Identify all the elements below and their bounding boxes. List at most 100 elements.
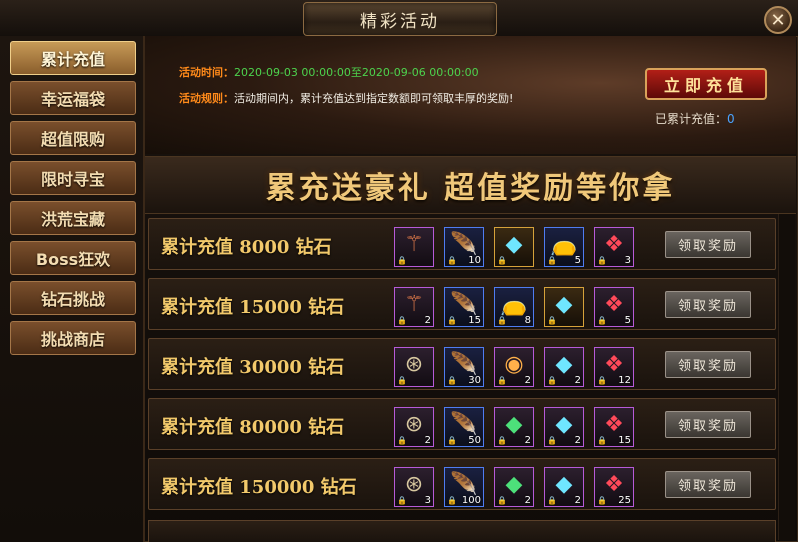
item-count: 2 [424, 315, 431, 326]
title-plate: 精彩活动 [303, 2, 497, 36]
reward-item-slot[interactable]: 🪶 🔒 100 [444, 467, 484, 507]
sidebar-item-7[interactable]: 挑战商店 [10, 321, 136, 355]
sidebar-item-6[interactable]: 钻石挑战 [10, 281, 136, 315]
reward-item-slot[interactable]: ❖ 🔒 15 [594, 407, 634, 447]
claim-reward-button[interactable]: 领取奖励 [665, 351, 751, 378]
activity-time-row: 活动时间：2020-09-03 00:00:00至2020-09-06 00:0… [179, 64, 479, 80]
tier-threshold-label: 累计充值 150000 钻石 [161, 477, 357, 498]
reward-tier-row: 累计充值 15000 钻石 ⚚ 🔒 2 🪶 🔒 15 👝 🔒 8 ◆ 🔒 ❖ 🔒 5 领取奖励 [148, 278, 776, 330]
reward-item-slot[interactable]: 👝 🔒 8 [494, 287, 534, 327]
claim-reward-button[interactable]: 领取奖励 [665, 291, 751, 318]
cumulative-recharge: 已累计充值：0 [655, 110, 735, 127]
item-count: 3 [424, 495, 431, 506]
claim-reward-button[interactable]: 领取奖励 [665, 471, 751, 498]
item-count: 2 [524, 375, 531, 386]
reward-item-slot[interactable]: ◆ 🔒 2 [544, 347, 584, 387]
bound-lock-icon: 🔒 [497, 436, 507, 445]
reward-item-slot[interactable]: 🪶 🔒 50 [444, 407, 484, 447]
item-count: 5 [574, 255, 581, 266]
item-count: 30 [468, 375, 481, 386]
reward-item-slot[interactable]: 🪶 🔒 30 [444, 347, 484, 387]
item-count: 12 [618, 375, 631, 386]
bound-lock-icon: 🔒 [447, 376, 457, 385]
reward-item-slot[interactable]: ❖ 🔒 3 [594, 227, 634, 267]
scrollbar[interactable] [778, 214, 795, 540]
reward-item-slot[interactable]: ⊛ 🔒 3 [394, 467, 434, 507]
bound-lock-icon: 🔒 [547, 436, 557, 445]
bound-lock-icon: 🔒 [447, 256, 457, 265]
item-count: 3 [624, 255, 631, 266]
sidebar-item-2[interactable]: 超值限购 [10, 121, 136, 155]
reward-tier-row: 累计充值 8000 钻石 ⚚ 🔒 🪶 🔒 10 ◆ 🔒 👝 🔒 5 ❖ 🔒 3 领取奖励 [148, 218, 776, 270]
item-count: 8 [524, 315, 531, 326]
reward-item-slot[interactable]: ❖ 🔒 12 [594, 347, 634, 387]
item-count: 15 [618, 435, 631, 446]
item-count: 2 [574, 375, 581, 386]
close-button[interactable]: ✕ [764, 6, 792, 34]
bound-lock-icon: 🔒 [397, 316, 407, 325]
reward-item-slot[interactable]: ❖ 🔒 5 [594, 287, 634, 327]
bound-lock-icon: 🔒 [547, 316, 557, 325]
bound-lock-icon: 🔒 [597, 496, 607, 505]
activity-banner: 活动时间：2020-09-03 00:00:00至2020-09-06 00:0… [145, 36, 796, 154]
reward-item-slot[interactable]: ⊛ 🔒 [394, 347, 434, 387]
reward-tier-row: 累计充值 30000 钻石 ⊛ 🔒 🪶 🔒 30 ◉ 🔒 2 ◆ 🔒 2 ❖ 🔒 12 领取奖励 [148, 338, 776, 390]
title-bar: 精彩活动 ✕ [0, 0, 798, 37]
slogan-text: 累充送豪礼 超值奖励等你拿 [265, 171, 676, 206]
reward-item-slot[interactable]: ⚚ 🔒 2 [394, 287, 434, 327]
activity-time-label: 活动时间： [179, 66, 234, 79]
sidebar-item-0[interactable]: 累计充值 [10, 41, 136, 75]
bound-lock-icon: 🔒 [397, 496, 407, 505]
item-count: 2 [424, 435, 431, 446]
claim-reward-button[interactable]: 领取奖励 [665, 411, 751, 438]
sidebar-item-4[interactable]: 洪荒宝藏 [10, 201, 136, 235]
sidebar: 累计充值幸运福袋超值限购限时寻宝洪荒宝藏 Boss狂欢 钻石挑战挑战商店 [0, 36, 145, 542]
bound-lock-icon: 🔒 [497, 496, 507, 505]
item-count: 25 [618, 495, 631, 506]
reward-tier-row-partial [148, 520, 776, 542]
bound-lock-icon: 🔒 [497, 316, 507, 325]
item-count: 5 [624, 315, 631, 326]
bound-lock-icon: 🔒 [597, 436, 607, 445]
bound-lock-icon: 🔒 [397, 436, 407, 445]
bound-lock-icon: 🔒 [497, 376, 507, 385]
reward-item-slot[interactable]: ◆ 🔒 2 [544, 407, 584, 447]
close-icon: ✕ [770, 10, 786, 31]
reward-item-slot[interactable]: ◆ 🔒 2 [494, 407, 534, 447]
activity-rule-label: 活动规则： [179, 92, 234, 105]
item-count: 10 [468, 255, 481, 266]
reward-item-slot[interactable]: ◆ 🔒 [544, 287, 584, 327]
reward-item-slot[interactable]: ◆ 🔒 2 [544, 467, 584, 507]
reward-item-slot[interactable]: 🪶 🔒 10 [444, 227, 484, 267]
reward-item-slot[interactable]: ⊛ 🔒 2 [394, 407, 434, 447]
recharge-now-button[interactable]: 立即充值 [645, 68, 767, 100]
sidebar-item-3[interactable]: 限时寻宝 [10, 161, 136, 195]
item-count: 100 [461, 495, 481, 506]
sidebar-item-5[interactable]: Boss狂欢 [10, 241, 136, 275]
item-count: 2 [574, 495, 581, 506]
window-title: 精彩活动 [360, 11, 440, 32]
bound-lock-icon: 🔒 [447, 496, 457, 505]
bound-lock-icon: 🔒 [597, 256, 607, 265]
claim-reward-button[interactable]: 领取奖励 [665, 231, 751, 258]
sidebar-item-1[interactable]: 幸运福袋 [10, 81, 136, 115]
item-count: 50 [468, 435, 481, 446]
reward-item-slot[interactable]: ⚚ 🔒 [394, 227, 434, 267]
tier-threshold-label: 累计充值 80000 钻石 [161, 417, 345, 438]
reward-item-slot[interactable]: ◉ 🔒 2 [494, 347, 534, 387]
reward-item-slot[interactable]: ◆ 🔒 [494, 227, 534, 267]
reward-item-slot[interactable]: 👝 🔒 5 [544, 227, 584, 267]
bound-lock-icon: 🔒 [397, 256, 407, 265]
cumulative-label: 已累计充值： [655, 112, 728, 126]
tier-threshold-label: 累计充值 30000 钻石 [161, 357, 345, 378]
tier-threshold-label: 累计充值 8000 钻石 [161, 237, 332, 258]
reward-item-slot[interactable]: ❖ 🔒 25 [594, 467, 634, 507]
reward-item-slot[interactable]: ◆ 🔒 2 [494, 467, 534, 507]
bound-lock-icon: 🔒 [597, 316, 607, 325]
cumulative-value: 0 [727, 112, 735, 126]
item-count: 2 [524, 435, 531, 446]
reward-tier-row: 累计充值 150000 钻石 ⊛ 🔒 3 🪶 🔒 100 ◆ 🔒 2 ◆ 🔒 2 ❖ 🔒 25 领取奖励 [148, 458, 776, 510]
activity-rule-value: 活动期间内，累计充值达到指定数额即可领取丰厚的奖励! [234, 92, 514, 105]
reward-item-slot[interactable]: 🪶 🔒 15 [444, 287, 484, 327]
bound-lock-icon: 🔒 [447, 436, 457, 445]
